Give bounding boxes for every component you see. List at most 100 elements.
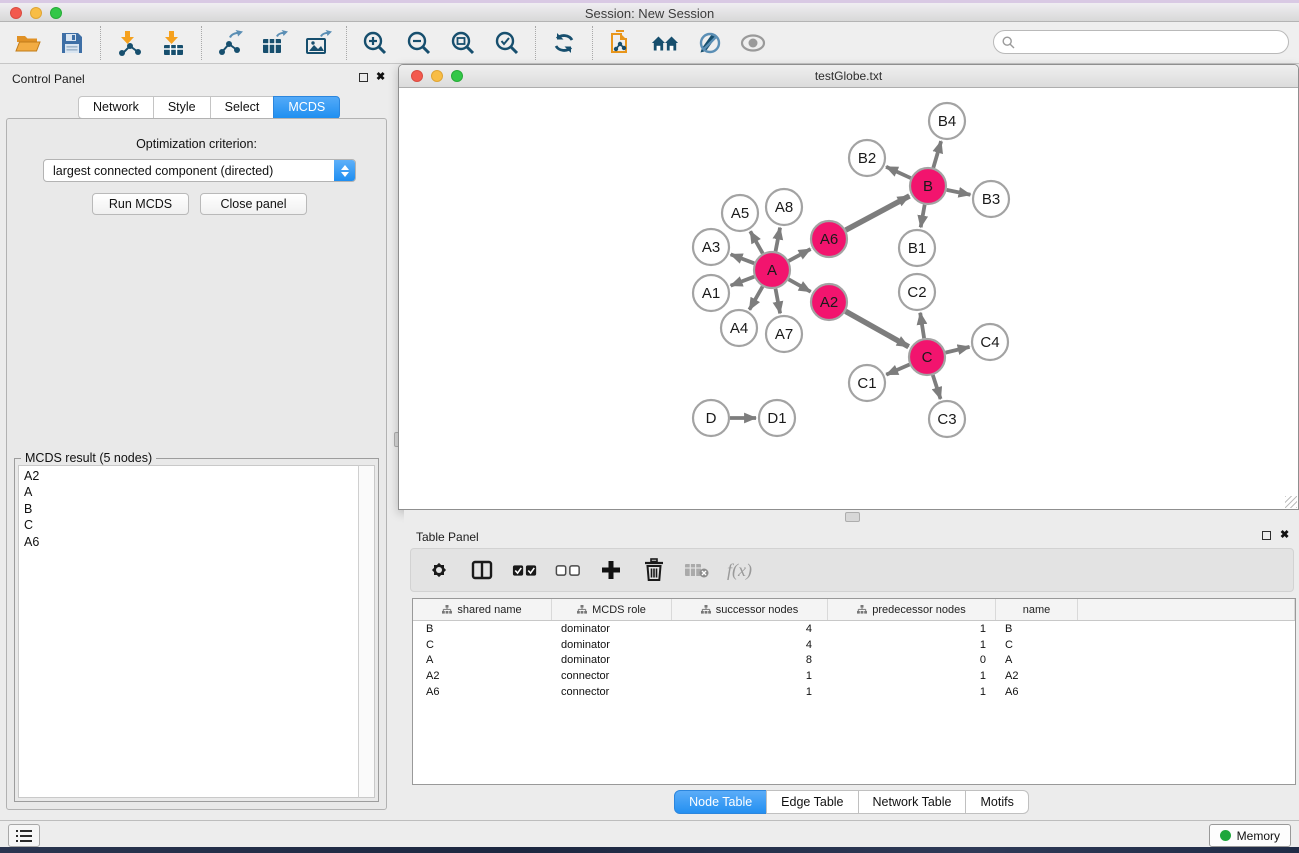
graph-node-A7[interactable]: A7 bbox=[766, 316, 802, 352]
table-cell[interactable]: A6 bbox=[996, 686, 1078, 698]
table-cell[interactable]: A2 bbox=[413, 670, 552, 682]
result-list-scrollbar[interactable] bbox=[358, 465, 375, 798]
graph-edge-C-C3[interactable] bbox=[933, 375, 941, 399]
table-cell[interactable]: 1 bbox=[828, 623, 996, 635]
graph-node-C2[interactable]: C2 bbox=[899, 274, 935, 310]
graph-edge-A-A4[interactable] bbox=[749, 287, 762, 310]
table-row[interactable]: Bdominator41B bbox=[413, 621, 1295, 637]
search-input[interactable] bbox=[1020, 34, 1280, 50]
tab-network-table[interactable]: Network Table bbox=[858, 790, 967, 814]
tab-node-table[interactable]: Node Table bbox=[674, 790, 767, 814]
hide-labels-icon[interactable] bbox=[695, 29, 723, 57]
memory-button[interactable]: Memory bbox=[1209, 824, 1291, 847]
column-header-mcds-role[interactable]: MCDS role bbox=[552, 599, 672, 620]
table-row[interactable]: A2connector11A2 bbox=[413, 668, 1295, 684]
table-settings-icon[interactable] bbox=[426, 557, 452, 583]
duplicate-network-icon[interactable] bbox=[607, 29, 635, 57]
export-image-icon[interactable] bbox=[304, 29, 332, 57]
divider-grip[interactable] bbox=[845, 512, 860, 522]
graph-node-B4[interactable]: B4 bbox=[929, 103, 965, 139]
table-cell[interactable]: 1 bbox=[828, 670, 996, 682]
graph-node-A4[interactable]: A4 bbox=[721, 310, 757, 346]
tab-mcds[interactable]: MCDS bbox=[273, 96, 340, 119]
graph-edge-B-B3[interactable] bbox=[947, 190, 971, 195]
graph-edge-A-A1[interactable] bbox=[731, 277, 755, 286]
table-cell[interactable]: 1 bbox=[672, 670, 828, 682]
table-cell[interactable]: 1 bbox=[672, 686, 828, 698]
save-session-icon[interactable] bbox=[58, 29, 86, 57]
graph-edge-A-A3[interactable] bbox=[731, 254, 755, 263]
table-cell[interactable]: 8 bbox=[672, 654, 828, 666]
graph-node-D[interactable]: D bbox=[693, 400, 729, 436]
search-field[interactable] bbox=[993, 30, 1289, 54]
apply-function-icon[interactable]: f(x) bbox=[727, 560, 752, 581]
graph-node-C4[interactable]: C4 bbox=[972, 324, 1008, 360]
close-panel-button[interactable]: Close panel bbox=[200, 193, 307, 215]
graph-edge-B-B1[interactable] bbox=[921, 205, 925, 228]
graph-node-A5[interactable]: A5 bbox=[722, 195, 758, 231]
graph-node-A6[interactable]: A6 bbox=[811, 221, 847, 257]
task-history-button[interactable] bbox=[8, 824, 40, 847]
table-row[interactable]: Cdominator41C bbox=[413, 637, 1295, 653]
table-cell[interactable]: B bbox=[996, 623, 1078, 635]
refresh-layout-icon[interactable] bbox=[550, 29, 578, 57]
open-session-icon[interactable] bbox=[14, 29, 42, 57]
graph-node-C3[interactable]: C3 bbox=[929, 401, 965, 437]
table-cell[interactable]: C bbox=[413, 639, 552, 651]
graph-edge-A6-B[interactable] bbox=[846, 196, 910, 230]
graph-node-B1[interactable]: B1 bbox=[899, 230, 935, 266]
list-item[interactable]: A6 bbox=[24, 534, 359, 550]
float-panel-icon[interactable] bbox=[1262, 531, 1271, 540]
graph-edge-C-C2[interactable] bbox=[920, 313, 924, 338]
graph-node-C[interactable]: C bbox=[909, 339, 945, 375]
graph-edge-C-C4[interactable] bbox=[945, 347, 969, 353]
zoom-fit-icon[interactable] bbox=[449, 29, 477, 57]
tab-select[interactable]: Select bbox=[210, 96, 275, 119]
list-item[interactable]: C bbox=[24, 517, 359, 533]
cybrowser-home-icon[interactable] bbox=[651, 29, 679, 57]
graph-edge-A-A8[interactable] bbox=[776, 228, 781, 252]
graph-edge-A-A2[interactable] bbox=[789, 279, 811, 291]
table-row[interactable]: Adominator80A bbox=[413, 653, 1295, 669]
network-canvas[interactable]: B4B2BB3A8A5A6A3B1AA1C2A2A4A7C4CC1C3DD1 bbox=[399, 88, 1298, 509]
table-cell[interactable]: 1 bbox=[828, 686, 996, 698]
graph-node-A[interactable]: A bbox=[754, 252, 790, 288]
column-header-successor-nodes[interactable]: successor nodes bbox=[672, 599, 828, 620]
table-cell[interactable]: B bbox=[413, 623, 552, 635]
network-window-titlebar[interactable]: testGlobe.txt bbox=[399, 65, 1298, 88]
graph-node-B[interactable]: B bbox=[910, 168, 946, 204]
graph-edge-B-B2[interactable] bbox=[886, 167, 911, 178]
table-cell[interactable]: A bbox=[996, 654, 1078, 666]
zoom-in-icon[interactable] bbox=[361, 29, 389, 57]
graph-edge-A-A5[interactable] bbox=[750, 231, 762, 253]
graph-node-A8[interactable]: A8 bbox=[766, 189, 802, 225]
column-header-predecessor-nodes[interactable]: predecessor nodes bbox=[828, 599, 996, 620]
export-network-icon[interactable] bbox=[216, 29, 244, 57]
mcds-result-list[interactable]: A2ABCA6 bbox=[18, 465, 360, 798]
table-cell[interactable]: dominator bbox=[552, 623, 672, 635]
zoom-selected-icon[interactable] bbox=[493, 29, 521, 57]
optimization-criterion-select[interactable]: largest connected component (directed) bbox=[43, 159, 356, 182]
delete-table-icon[interactable] bbox=[684, 557, 710, 583]
run-mcds-button[interactable]: Run MCDS bbox=[92, 193, 189, 215]
graph-node-C1[interactable]: C1 bbox=[849, 365, 885, 401]
column-visibility-icon[interactable] bbox=[469, 557, 495, 583]
graph-node-A3[interactable]: A3 bbox=[693, 229, 729, 265]
table-cell[interactable]: C bbox=[996, 639, 1078, 651]
close-panel-icon[interactable]: ✖ bbox=[1280, 528, 1289, 541]
table-cell[interactable]: A6 bbox=[413, 686, 552, 698]
table-cell[interactable]: A2 bbox=[996, 670, 1078, 682]
table-cell[interactable]: 4 bbox=[672, 639, 828, 651]
export-table-icon[interactable] bbox=[260, 29, 288, 57]
window-resize-grip[interactable] bbox=[1285, 496, 1297, 508]
list-item[interactable]: A bbox=[24, 484, 359, 500]
graph-node-A1[interactable]: A1 bbox=[693, 275, 729, 311]
graph-node-B3[interactable]: B3 bbox=[973, 181, 1009, 217]
graph-node-D1[interactable]: D1 bbox=[759, 400, 795, 436]
horizontal-split-divider[interactable] bbox=[404, 510, 1299, 522]
graph-edge-C-C1[interactable] bbox=[886, 365, 909, 375]
float-panel-icon[interactable] bbox=[359, 73, 368, 82]
import-table-icon[interactable] bbox=[159, 29, 187, 57]
add-row-icon[interactable] bbox=[598, 557, 624, 583]
delete-row-icon[interactable] bbox=[641, 557, 667, 583]
